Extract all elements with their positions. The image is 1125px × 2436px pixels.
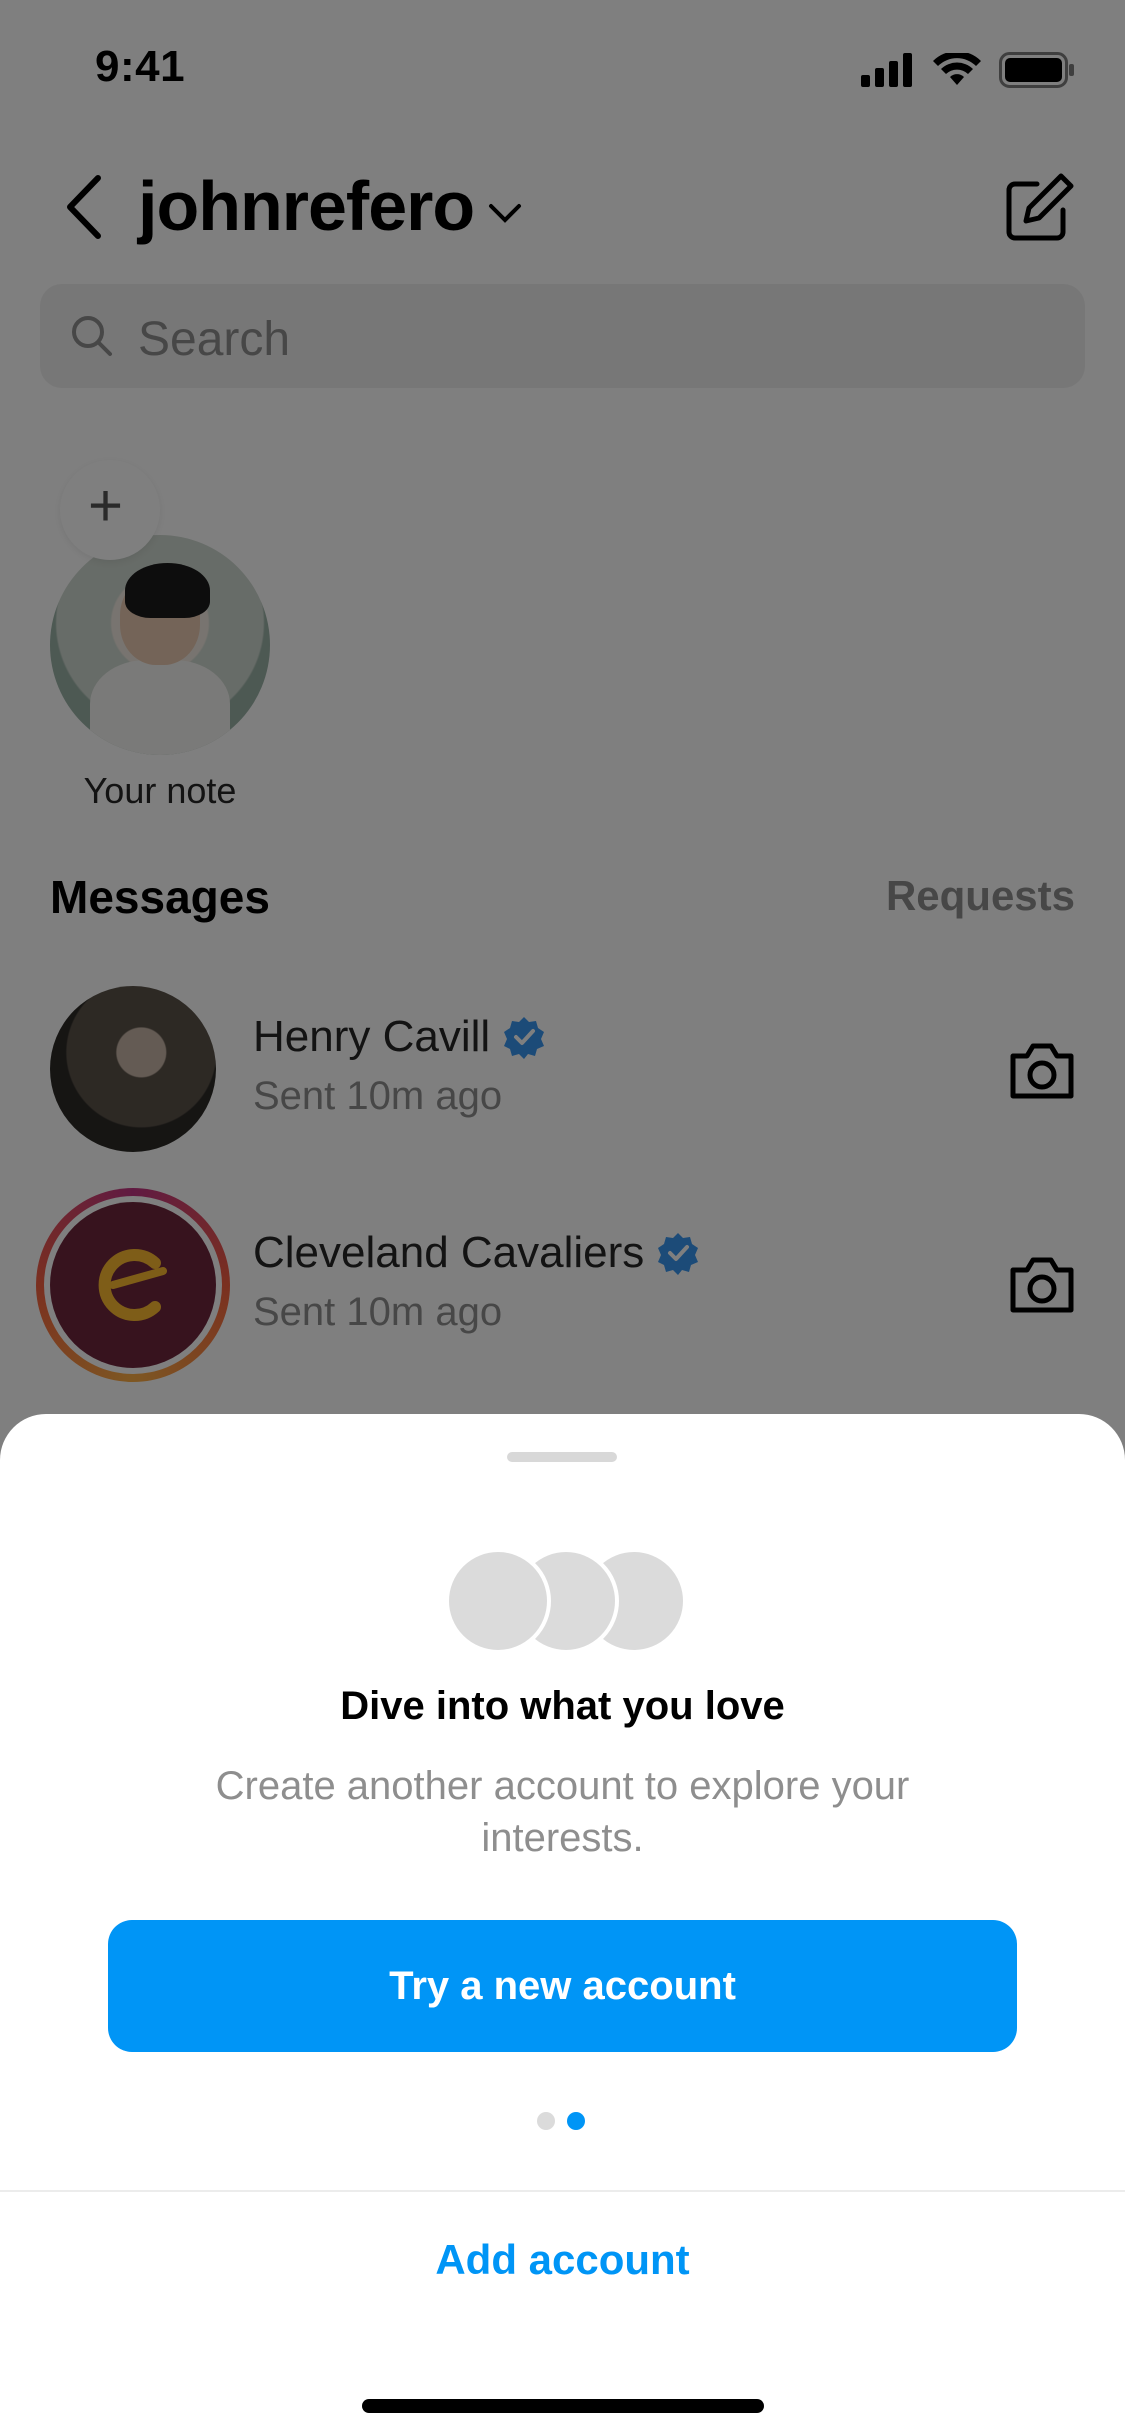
page-indicator (537, 2112, 585, 2130)
sheet-title: Dive into what you love (340, 1684, 785, 1728)
account-circles-illustration (445, 1548, 687, 1654)
sheet-subtitle: Create another account to explore your i… (215, 1764, 910, 1860)
sheet-drag-handle[interactable] (507, 1452, 617, 1462)
divider (0, 2190, 1125, 2192)
page-dot[interactable] (537, 2112, 555, 2130)
try-new-account-button[interactable]: Try a new account (108, 1920, 1017, 2052)
placeholder-avatar-icon (445, 1548, 551, 1654)
home-indicator[interactable] (362, 2399, 764, 2413)
add-account-button[interactable]: Add account (0, 2236, 1125, 2284)
page-dot-active[interactable] (567, 2112, 585, 2130)
